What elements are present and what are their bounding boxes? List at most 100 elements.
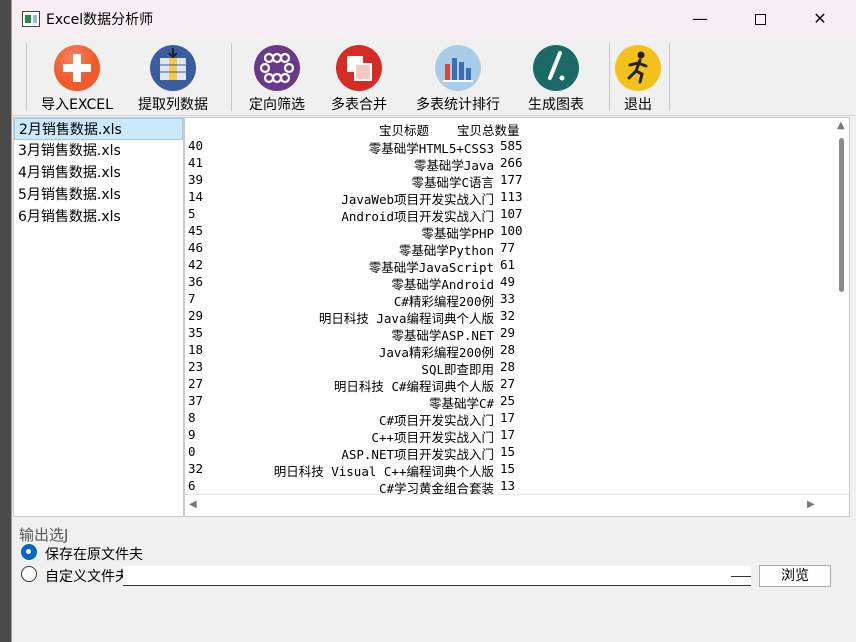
results-text: 宝贝标题 宝贝总数量 40 零基础学HTML5+CSS3 585 41 零基础学Java… — [185, 118, 821, 494]
toolbar-separator — [669, 43, 670, 111]
row-quantity: 28 — [500, 359, 516, 374]
row-quantity: 25 — [500, 393, 516, 408]
result-row: 36 零基础学Android 49 — [188, 274, 818, 292]
running-man-icon — [615, 45, 661, 91]
row-quantity: 13 — [500, 478, 516, 493]
row-index: 8 — [188, 410, 196, 425]
save-original-radio[interactable] — [21, 544, 37, 560]
row-quantity: 107 — [500, 206, 523, 221]
row-quantity: 100 — [500, 223, 523, 238]
row-quantity: 33 — [500, 291, 516, 306]
row-quantity: 28 — [500, 342, 516, 357]
row-index: 6 — [188, 478, 196, 493]
output-options: 输出选J 保存在原文件夫 自定义文件夫 浏览 — [12, 518, 856, 642]
row-index: 27 — [188, 376, 204, 391]
row-index: 39 — [188, 172, 204, 187]
scroll-right-icon[interactable]: ▶ — [807, 499, 815, 510]
row-quantity: 177 — [500, 172, 523, 187]
exit-button[interactable]: 退出 — [614, 44, 662, 114]
vertical-scroll-thumb[interactable] — [839, 138, 844, 292]
result-row: 37 零基础学C# 25 — [188, 393, 818, 411]
browse-button[interactable]: 浏览 — [759, 565, 831, 587]
row-quantity: 17 — [500, 410, 516, 425]
custom-folder-label: 自定义文件夫 — [45, 569, 129, 585]
directional-filter-button[interactable]: 定向筛选 — [243, 44, 311, 114]
title-bar: Excel数据分析师 — ✕ — [12, 0, 856, 38]
row-index: 42 — [188, 257, 204, 272]
file-list-item[interactable]: 5月销售数据.xls — [14, 184, 183, 206]
row-quantity: 15 — [500, 444, 516, 459]
excel-app-icon — [22, 11, 40, 27]
toolbar: 导入EXCEL 提取列数据 定向筛选 多表合并 多表统计排行 生成图表 退出 — [12, 38, 856, 116]
app-window: Excel数据分析师 — ✕ 导入EXCEL 提取列数据 定向筛选 多表合并 多… — [11, 0, 856, 642]
custom-folder-radio[interactable] — [21, 566, 37, 582]
row-index: 29 — [188, 308, 204, 323]
column-extract-icon — [150, 45, 196, 91]
result-row: 6 C#学习黄金组合套装 13 — [188, 478, 818, 494]
multi-sheet-ranking-button[interactable]: 多表统计排行 — [412, 44, 504, 114]
result-row: 14 JavaWeb项目开发实战入门 113 — [188, 189, 818, 207]
row-index: 37 — [188, 393, 204, 408]
scroll-up-icon[interactable]: ▲ — [837, 120, 845, 131]
file-list-item[interactable]: 3月销售数据.xls — [14, 140, 183, 162]
row-index: 45 — [188, 223, 204, 238]
row-quantity: 17 — [500, 427, 516, 442]
filter-dots-icon — [254, 45, 300, 91]
row-index: 32 — [188, 461, 204, 476]
row-quantity: 113 — [500, 189, 523, 204]
row-index: 14 — [188, 189, 204, 204]
result-row: 41 零基础学Java 266 — [188, 155, 818, 173]
result-row: 7 C#精彩编程200例 33 — [188, 291, 818, 309]
file-list-item[interactable]: 2月销售数据.xls — [14, 118, 183, 140]
result-row: 40 零基础学HTML5+CSS3 585 — [188, 138, 818, 156]
column-header-count: 宝贝总数量 — [457, 123, 520, 138]
toolbar-separator — [609, 43, 610, 111]
close-button[interactable]: ✕ — [792, 0, 848, 38]
minimize-button[interactable]: — — [672, 0, 728, 38]
row-index: 18 — [188, 342, 204, 357]
result-row: 27 明日科技 C#编程词典个人版 27 — [188, 376, 818, 394]
row-quantity: 15 — [500, 461, 516, 476]
row-index: 40 — [188, 138, 204, 153]
extract-column-button[interactable]: 提取列数据 — [134, 44, 212, 114]
row-quantity: 61 — [500, 257, 516, 272]
result-row: 8 C#项目开发实战入门 17 — [188, 410, 818, 428]
row-index: 5 — [188, 206, 196, 221]
result-row: 29 明日科技 Java编程词典个人版 32 — [188, 308, 818, 326]
scroll-left-icon[interactable]: ◀ — [189, 499, 197, 510]
result-row: 23 SQL即查即用 28 — [188, 359, 818, 377]
row-index: 9 — [188, 427, 196, 442]
result-row: 18 Java精彩编程200例 28 — [188, 342, 818, 360]
row-index: 7 — [188, 291, 196, 306]
result-row: 9 C++项目开发实战入门 17 — [188, 427, 818, 445]
toolbar-separator — [26, 43, 27, 111]
row-index: 46 — [188, 240, 204, 255]
merge-sheets-icon — [336, 45, 382, 91]
results-panel: 宝贝标题 宝贝总数量 40 零基础学HTML5+CSS3 585 41 零基础学Java… — [184, 117, 850, 517]
generate-chart-button[interactable]: 生成图表 — [524, 44, 588, 114]
result-row: 45 零基础学PHP 100 — [188, 223, 818, 241]
save-original-label: 保存在原文件夫 — [45, 547, 143, 563]
row-quantity: 27 — [500, 376, 516, 391]
result-row: 32 明日科技 Visual C++编程词典个人版 15 — [188, 461, 818, 479]
toolbar-separator — [231, 43, 232, 111]
result-row: 42 零基础学JavaScript 61 — [188, 257, 818, 275]
file-list-item[interactable]: 4月销售数据.xls — [14, 162, 183, 184]
import-excel-button[interactable]: 导入EXCEL — [40, 44, 114, 114]
plus-icon — [54, 45, 100, 91]
custom-folder-path-input[interactable] — [123, 566, 751, 586]
row-quantity: 266 — [500, 155, 523, 170]
file-list-item[interactable]: 6月销售数据.xls — [14, 206, 183, 228]
result-row: 46 零基础学Python 77 — [188, 240, 818, 258]
vertical-scrollbar[interactable]: ▲ — [833, 118, 849, 494]
row-quantity: 32 — [500, 308, 516, 323]
row-quantity: 77 — [500, 240, 516, 255]
maximize-icon — [754, 14, 766, 25]
row-quantity: 585 — [500, 138, 523, 153]
result-row: 5 Android项目开发实战入门 107 — [188, 206, 818, 224]
merge-sheets-button[interactable]: 多表合并 — [325, 44, 393, 114]
row-title: C#学习黄金组合套装 — [378, 481, 494, 494]
result-row: 35 零基础学ASP.NET 29 — [188, 325, 818, 343]
horizontal-scrollbar[interactable]: ◀ ▶ — [185, 494, 849, 516]
maximize-button[interactable] — [732, 0, 788, 38]
